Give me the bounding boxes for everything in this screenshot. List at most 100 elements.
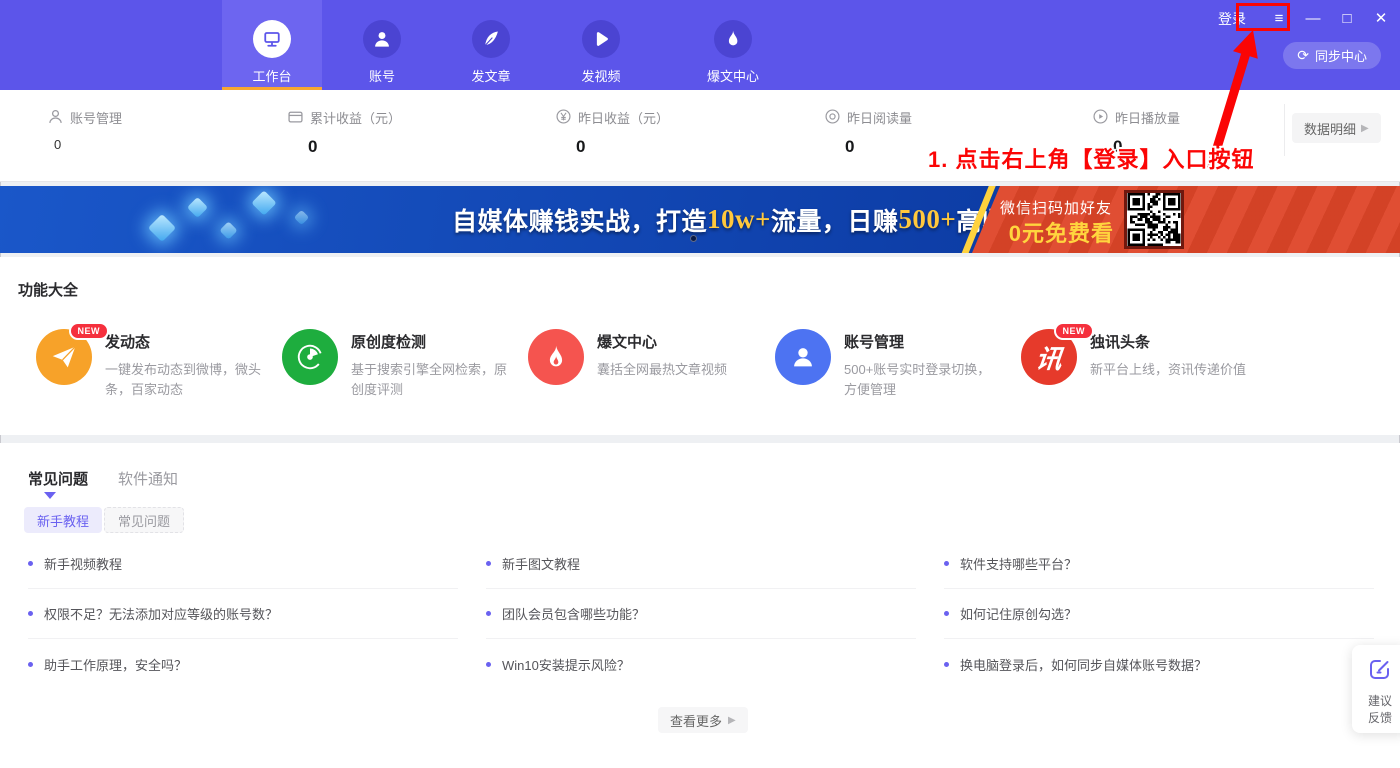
minimize-icon[interactable]: — bbox=[1304, 9, 1322, 29]
tab-common-questions[interactable]: 常见问题 bbox=[28, 468, 88, 489]
stat-value: 0 bbox=[845, 137, 912, 157]
faq-section: 常见问题 软件通知 新手教程 常见问题 新手视频教程 权限不足？无法添加对应等级… bbox=[0, 443, 1400, 768]
reads-icon bbox=[825, 109, 840, 127]
section-title: 功能大全 bbox=[18, 279, 78, 300]
stat-value: 0 bbox=[576, 137, 669, 157]
caret-right-icon: ▶ bbox=[1361, 123, 1369, 134]
stat-account-management: 账号管理 0 bbox=[48, 108, 122, 152]
close-icon[interactable]: ✕ bbox=[1372, 9, 1390, 29]
faq-item[interactable]: 团队会员包含哪些功能？ bbox=[486, 589, 916, 639]
feature-desc: 500+账号实时登录切换，方便管理 bbox=[844, 360, 1002, 400]
active-tab-caret-icon bbox=[44, 492, 56, 499]
faq-column: 软件支持哪些平台？ 如何记住原创勾选？ 换电脑登录后，如何同步自媒体账号数据？ bbox=[944, 539, 1374, 689]
tab-workbench[interactable]: 工作台 bbox=[222, 0, 322, 90]
bullet-icon bbox=[28, 611, 33, 616]
duxun-logo-icon: 讯 NEW bbox=[1021, 329, 1077, 385]
stat-value: 0 bbox=[54, 137, 122, 152]
stat-yesterday-income: 昨日收益（元） 0 bbox=[556, 108, 669, 157]
menu-icon[interactable]: ≡ bbox=[1270, 9, 1288, 29]
promo-banner[interactable]: 自媒体赚钱实战，打造10w+流量，日赚500+高收益玩法 微信扫码加好友 0元免… bbox=[0, 186, 1400, 253]
video-play-icon bbox=[582, 20, 620, 58]
app-header: 工作台 账号 发文章 发视频 bbox=[0, 0, 1400, 90]
wechat-promo-text: 微信扫码加好友 bbox=[1000, 197, 1112, 218]
stat-total-income: 累计收益（元） 0 bbox=[288, 108, 401, 157]
article-feather-icon bbox=[472, 20, 510, 58]
feature-desc: 基于搜索引擎全网检索，原创度评测 bbox=[351, 360, 509, 400]
stat-value: 0 bbox=[1113, 137, 1180, 157]
stats-bar: 账号管理 0 累计收益（元） 0 昨日收益（元） 0 昨日阅读量 0 bbox=[0, 90, 1400, 182]
faq-item[interactable]: 新手图文教程 bbox=[486, 539, 916, 589]
feature-desc: 新平台上线，资讯传递价值 bbox=[1090, 360, 1248, 380]
faq-item[interactable]: 权限不足？无法添加对应等级的账号数？ bbox=[28, 589, 458, 639]
banner-cube-decoration bbox=[251, 190, 276, 215]
new-badge: NEW bbox=[1054, 322, 1095, 340]
yen-circle-icon bbox=[556, 109, 571, 127]
tab-hot-center[interactable]: 爆文中心 bbox=[683, 0, 783, 90]
bullet-icon bbox=[28, 561, 33, 566]
new-badge: NEW bbox=[69, 322, 110, 340]
tab-accounts[interactable]: 账号 bbox=[332, 0, 432, 90]
data-detail-button[interactable]: 数据明细 ▶ bbox=[1292, 113, 1381, 143]
stat-value: 0 bbox=[308, 137, 401, 157]
view-more-button[interactable]: 查看更多 ▶ bbox=[658, 707, 748, 733]
bullet-icon bbox=[944, 662, 949, 667]
account-icon bbox=[363, 20, 401, 58]
banner-cube-decoration bbox=[148, 214, 176, 242]
features-section: 功能大全 NEW 发动态 一键发布动态到微博，微头条，百家动态 原创度检测 基于… bbox=[0, 257, 1400, 435]
paper-plane-icon: NEW bbox=[36, 329, 92, 385]
faq-item[interactable]: 助手工作原理，安全吗？ bbox=[28, 639, 458, 689]
maximize-icon[interactable]: □ bbox=[1338, 9, 1356, 29]
tab-software-notices[interactable]: 软件通知 bbox=[118, 468, 178, 489]
feature-title: 账号管理 bbox=[844, 331, 1002, 352]
feature-card-duxun-toutiao[interactable]: 讯 NEW 独讯头条 新平台上线，资讯传递价值 bbox=[1021, 329, 1248, 385]
play-circle-icon bbox=[1093, 109, 1108, 127]
subtab-common-questions[interactable]: 常见问题 bbox=[104, 507, 184, 533]
bullet-icon bbox=[486, 662, 491, 667]
feature-desc: 囊括全网最热文章视频 bbox=[597, 360, 755, 380]
sync-center-label: 同步中心 bbox=[1315, 46, 1367, 65]
stat-yesterday-reads: 昨日阅读量 0 bbox=[825, 108, 912, 157]
feature-title: 原创度检测 bbox=[351, 331, 509, 352]
stat-yesterday-plays: 昨日播放量 0 bbox=[1093, 108, 1180, 157]
tab-label: 爆文中心 bbox=[707, 66, 759, 85]
login-button[interactable]: 登录 bbox=[1210, 7, 1254, 31]
feature-title: 爆文中心 bbox=[597, 331, 755, 352]
workbench-icon bbox=[253, 20, 291, 58]
free-watch-text: 0元免费看 bbox=[1009, 216, 1114, 248]
originality-gauge-icon bbox=[282, 329, 338, 385]
tab-publish-article[interactable]: 发文章 bbox=[441, 0, 541, 90]
bullet-icon bbox=[944, 561, 949, 566]
bullet-icon bbox=[486, 611, 491, 616]
tab-label: 账号 bbox=[369, 66, 395, 85]
tab-publish-video[interactable]: 发视频 bbox=[551, 0, 651, 90]
faq-column: 新手图文教程 团队会员包含哪些功能？ Win10安装提示风险？ bbox=[486, 539, 916, 689]
faq-column: 新手视频教程 权限不足？无法添加对应等级的账号数？ 助手工作原理，安全吗？ bbox=[28, 539, 458, 689]
feature-title: 发动态 bbox=[105, 331, 263, 352]
faq-item[interactable]: 软件支持哪些平台？ bbox=[944, 539, 1374, 589]
faq-item[interactable]: Win10安装提示风险？ bbox=[486, 639, 916, 689]
tab-label: 工作台 bbox=[252, 66, 291, 85]
refresh-icon: ⟳ bbox=[1297, 47, 1309, 64]
tab-label: 发文章 bbox=[471, 66, 510, 85]
feature-card-originality-check[interactable]: 原创度检测 基于搜索引擎全网检索，原创度评测 bbox=[282, 329, 509, 400]
bullet-icon bbox=[486, 561, 491, 566]
feature-card-hot-center[interactable]: 爆文中心 囊括全网最热文章视频 bbox=[528, 329, 755, 385]
feature-desc: 一键发布动态到微博，微头条，百家动态 bbox=[105, 360, 263, 400]
feature-title: 独讯头条 bbox=[1090, 331, 1248, 352]
faq-item[interactable]: 换电脑登录后，如何同步自媒体账号数据？ bbox=[944, 639, 1374, 689]
sync-center-button[interactable]: ⟳ 同步中心 bbox=[1283, 42, 1381, 69]
qr-code bbox=[1124, 190, 1184, 249]
subtab-beginner-tutorial[interactable]: 新手教程 bbox=[24, 507, 102, 533]
banner-cube-decoration bbox=[294, 210, 310, 226]
bullet-icon bbox=[28, 662, 33, 667]
caret-right-icon: ▶ bbox=[728, 715, 736, 726]
faq-item[interactable]: 新手视频教程 bbox=[28, 539, 458, 589]
carousel-dot[interactable] bbox=[690, 235, 697, 242]
feature-card-account-management[interactable]: 账号管理 500+账号实时登录切换，方便管理 bbox=[775, 329, 1002, 400]
banner-cube-decoration bbox=[187, 197, 208, 218]
window-controls: 登录 ≡ — □ ✕ bbox=[1210, 7, 1390, 31]
faq-item[interactable]: 如何记住原创勾选？ bbox=[944, 589, 1374, 639]
feature-card-post-moments[interactable]: NEW 发动态 一键发布动态到微博，微头条，百家动态 bbox=[36, 329, 263, 400]
feedback-float-button[interactable]: 建议 反馈 bbox=[1352, 645, 1400, 733]
banner-cube-decoration bbox=[219, 221, 237, 239]
